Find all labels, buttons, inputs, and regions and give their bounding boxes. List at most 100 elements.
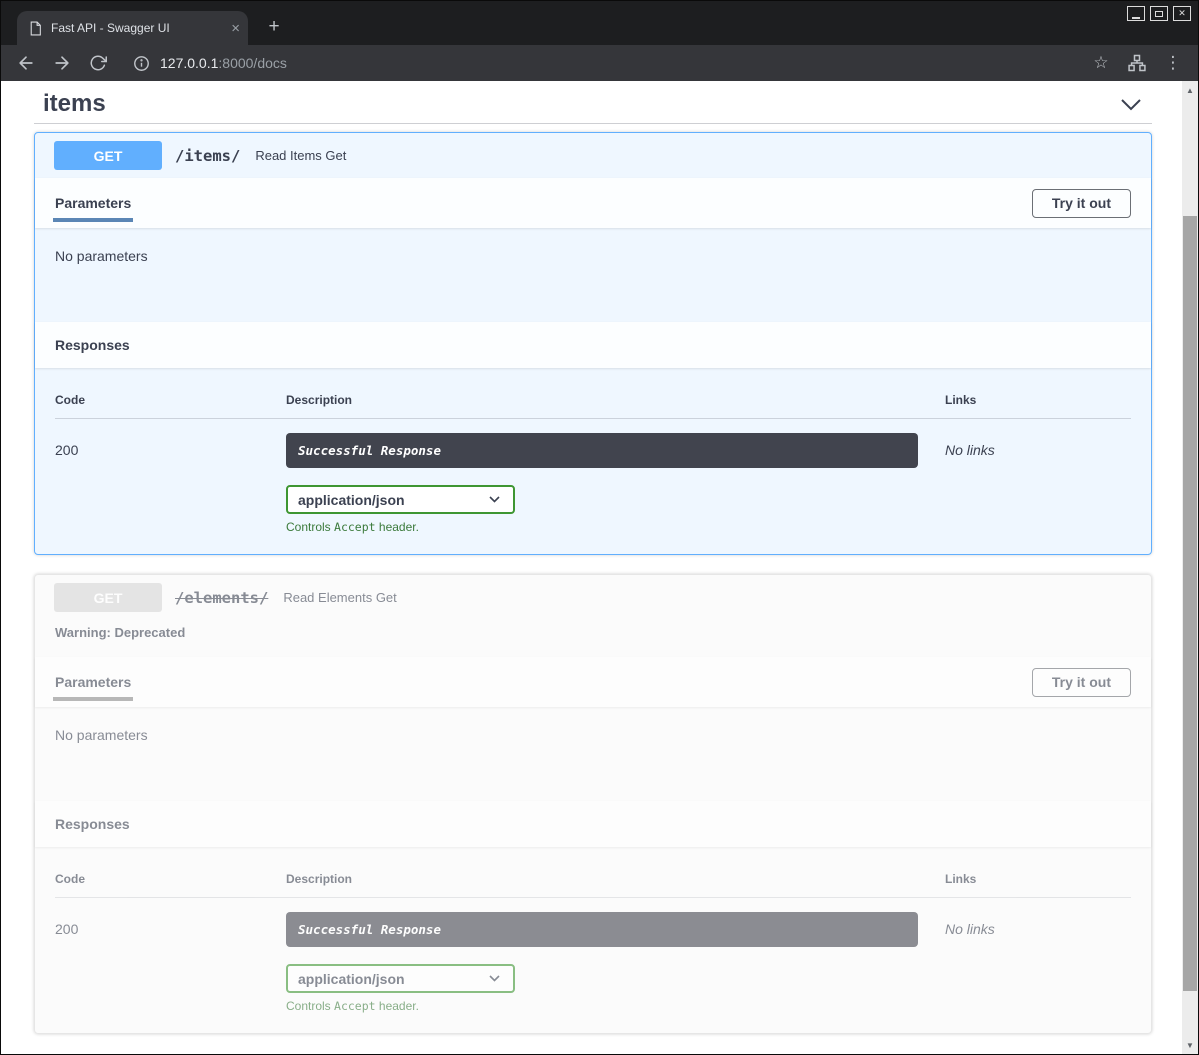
accept-note-prefix: Controls (286, 520, 334, 534)
response-description-cell: Successful Response application/json Con… (286, 912, 945, 1013)
method-badge: GET (54, 141, 162, 170)
reload-icon (89, 54, 107, 72)
accept-note-prefix: Controls (286, 999, 334, 1013)
document-icon (29, 21, 42, 36)
scroll-up-icon[interactable]: ▲ (1182, 82, 1198, 98)
no-parameters-text: No parameters (55, 727, 148, 743)
reload-button[interactable] (83, 49, 113, 77)
browser-window: Fast API - Swagger UI × + ✕ 127.0.0.1:80… (0, 0, 1199, 1055)
opblock-get-elements: GET /elements/ Read Elements Get Warning… (34, 574, 1152, 1034)
parameters-header: Parameters Try it out (35, 657, 1151, 707)
code-column-header: Code (55, 393, 286, 407)
accept-note-suffix: header. (376, 520, 419, 534)
code-column-header: Code (55, 872, 286, 886)
media-type-row: application/json Controls Accept header. (286, 485, 945, 534)
responses-table-header: Code Description Links (55, 866, 1131, 898)
maximize-button[interactable] (1150, 6, 1168, 21)
no-links-text: No links (945, 433, 1131, 534)
back-button[interactable] (11, 49, 41, 77)
responses-header: Responses (35, 801, 1151, 847)
operation-summary[interactable]: GET /items/ Read Items Get (35, 133, 1151, 178)
no-links-text: No links (945, 912, 1131, 1013)
site-info-icon[interactable] (133, 55, 150, 72)
responses-table: Code Description Links 200 Successful Re… (35, 368, 1151, 554)
media-type-row: application/json Controls Accept header. (286, 964, 945, 1013)
close-icon: ✕ (1178, 9, 1186, 18)
response-code: 200 (55, 433, 286, 534)
page-content: items GET /items/ Read Items Get Paramet… (1, 81, 1198, 1054)
minimize-icon (1132, 17, 1140, 19)
response-description-box: Successful Response (286, 433, 918, 468)
maximize-icon (1155, 11, 1163, 17)
deprecated-warning: Warning: Deprecated (35, 620, 1151, 657)
parameters-body: No parameters (35, 228, 1151, 322)
media-type-select[interactable]: application/json (286, 485, 515, 514)
responses-header: Responses (35, 322, 1151, 368)
scrollbar-thumb[interactable] (1183, 216, 1197, 991)
operation-summary-text: Read Items Get (255, 148, 346, 163)
minimize-button[interactable] (1127, 6, 1145, 21)
links-column-header: Links (945, 393, 1131, 407)
response-row: 200 Successful Response application/json… (55, 898, 1131, 1013)
address-bar[interactable]: 127.0.0.1:8000/docs (123, 49, 1076, 77)
response-code: 200 (55, 912, 286, 1013)
no-parameters-text: No parameters (55, 248, 148, 264)
operation-summary-text: Read Elements Get (283, 590, 396, 605)
parameters-tab: Parameters (55, 674, 131, 690)
collapse-chevron-icon[interactable] (1120, 98, 1142, 111)
parameters-body: No parameters (35, 707, 1151, 801)
operation-path: /items/ (175, 147, 240, 165)
parameters-tab: Parameters (55, 195, 131, 211)
scrollbar-track[interactable]: ▲ ▼ (1182, 81, 1198, 1054)
bookmark-star-icon[interactable]: ☆ (1086, 49, 1116, 77)
url-host: 127.0.0.1 (160, 55, 218, 71)
tab-close-icon[interactable]: × (231, 21, 240, 36)
deprecated-content: GET /elements/ Read Elements Get Warning… (35, 575, 1151, 1033)
responses-table: Code Description Links 200 Successful Re… (35, 847, 1151, 1033)
tag-section-header[interactable]: items (34, 81, 1152, 124)
tag-title: items (43, 90, 106, 118)
scroll-down-icon[interactable]: ▼ (1182, 1037, 1198, 1053)
url-text: 127.0.0.1:8000/docs (160, 55, 287, 71)
browser-menu-icon[interactable]: ⋮ (1158, 49, 1188, 77)
media-type-value: application/json (298, 971, 405, 987)
sitemap-icon (1127, 53, 1147, 73)
response-description-cell: Successful Response application/json Con… (286, 433, 945, 534)
responses-title: Responses (55, 816, 130, 832)
select-chevron-icon (489, 496, 500, 503)
accept-header-note: Controls Accept header. (286, 520, 945, 534)
responses-table-header: Code Description Links (55, 387, 1131, 419)
swagger-ui: items GET /items/ Read Items Get Paramet… (1, 81, 1182, 1054)
response-row: 200 Successful Response application/json… (55, 419, 1131, 534)
links-column-header: Links (945, 872, 1131, 886)
accept-code: Accept (334, 999, 376, 1013)
forward-button[interactable] (47, 49, 77, 77)
accept-note-suffix: header. (376, 999, 419, 1013)
description-column-header: Description (286, 872, 945, 886)
try-it-out-button[interactable]: Try it out (1032, 189, 1131, 218)
forward-arrow-icon (52, 53, 72, 73)
description-column-header: Description (286, 393, 945, 407)
accept-header-note: Controls Accept header. (286, 999, 945, 1013)
try-it-out-button[interactable]: Try it out (1032, 668, 1131, 697)
window-controls: ✕ (1127, 6, 1191, 21)
operation-path: /elements/ (175, 589, 268, 607)
select-chevron-icon (489, 975, 500, 982)
browser-tab[interactable]: Fast API - Swagger UI × (17, 11, 248, 45)
url-path: :8000/docs (218, 55, 287, 71)
media-type-value: application/json (298, 492, 405, 508)
media-type-select[interactable]: application/json (286, 964, 515, 993)
opblock-get-items: GET /items/ Read Items Get Parameters Tr… (34, 132, 1152, 555)
method-badge: GET (54, 583, 162, 612)
back-arrow-icon (16, 53, 36, 73)
accept-code: Accept (334, 520, 376, 534)
close-window-button[interactable]: ✕ (1173, 6, 1191, 21)
new-tab-button[interactable]: + (261, 14, 287, 40)
response-description-box: Successful Response (286, 912, 918, 947)
tab-groups-icon[interactable] (1122, 49, 1152, 77)
responses-title: Responses (55, 337, 130, 353)
parameters-header: Parameters Try it out (35, 178, 1151, 228)
browser-toolbar: 127.0.0.1:8000/docs ☆ ⋮ (1, 45, 1198, 81)
tab-title: Fast API - Swagger UI (51, 21, 222, 35)
operation-summary[interactable]: GET /elements/ Read Elements Get (35, 575, 1151, 620)
